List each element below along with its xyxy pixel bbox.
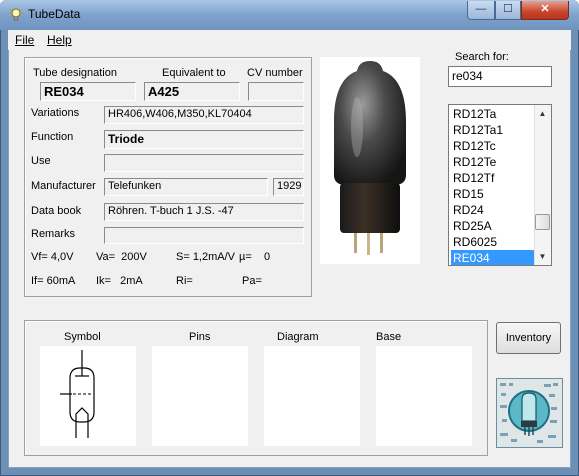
use-label: Use (31, 155, 51, 167)
list-item[interactable]: RD25A (451, 218, 537, 234)
list-item[interactable]: RD24 (451, 202, 537, 218)
if-value: If= 60mA (31, 275, 76, 287)
symbol-label: Symbol (64, 331, 101, 343)
manufacturer-label: Manufacturer (31, 180, 96, 192)
list-item[interactable]: RD12Tc (451, 138, 537, 154)
menu-file-label: File (15, 33, 35, 47)
ri-value: Ri= (176, 275, 193, 287)
menu-help[interactable]: Help (47, 33, 72, 47)
search-input[interactable]: re034 (448, 66, 552, 87)
function-label: Function (31, 131, 74, 143)
s-value: S= 1,2mA/V (176, 251, 236, 263)
tube-photo (320, 57, 420, 264)
remarks-label: Remarks (31, 228, 76, 240)
scroll-up-icon[interactable]: ▲ (535, 106, 550, 121)
menu-help-label: Help (47, 33, 72, 47)
diagram-box (264, 346, 360, 446)
maximize-button[interactable]: ☐ (495, 1, 521, 20)
pins-box (152, 346, 248, 446)
list-item[interactable]: RD12Te (451, 154, 537, 170)
menu-bar (8, 30, 571, 50)
ik-value: Ik= 2mA (96, 275, 143, 287)
function-field[interactable]: Triode (104, 130, 304, 149)
lightbulb-icon (8, 7, 24, 23)
list-item[interactable]: RD6025 (451, 234, 537, 250)
va-value: Va= 200V (96, 251, 147, 263)
base-box (376, 346, 472, 446)
cv-number-label: CV number (247, 67, 303, 79)
databook-label: Data book (31, 205, 82, 217)
list-scrollbar[interactable] (534, 105, 551, 265)
list-item[interactable]: RD12Tf (451, 170, 537, 186)
tube-designation-label: Tube designation (33, 67, 117, 79)
scroll-down-icon[interactable]: ▼ (535, 249, 550, 264)
diagram-label: Diagram (277, 331, 319, 343)
variations-label: Variations (31, 107, 80, 119)
window-title: TubeData (28, 7, 81, 21)
mu-value: µ= 0 (239, 251, 271, 263)
cv-number-field[interactable] (248, 82, 304, 101)
pa-value: Pa= (242, 275, 262, 287)
tube-designation-field[interactable]: RE034 (40, 82, 136, 101)
list-item-selected[interactable]: RE034 (451, 250, 537, 265)
databook-field[interactable]: Röhren. T-buch 1 J.S. -47 (104, 203, 304, 221)
list-item[interactable]: RD12Ta (451, 106, 537, 122)
scroll-thumb[interactable] (535, 214, 550, 230)
base-label: Base (376, 331, 402, 343)
equivalent-label: Equivalent to (162, 67, 226, 79)
list-item[interactable]: RD15 (451, 186, 537, 202)
manufacturer-field[interactable]: Telefunken (104, 178, 268, 196)
equivalent-field[interactable]: A425 (144, 82, 240, 101)
search-label: Search for: (455, 51, 509, 63)
menu-file[interactable]: File (15, 33, 34, 47)
year-field[interactable]: 1929 (273, 178, 304, 196)
vf-value: Vf= 4,0V (31, 251, 74, 263)
list-item[interactable]: RD12Ta1 (451, 122, 537, 138)
variations-field[interactable]: HR406,W406,M350,KL70404 (104, 106, 304, 124)
symbol-box (40, 346, 136, 446)
pins-label: Pins (189, 331, 211, 343)
remarks-field[interactable] (104, 227, 304, 244)
use-field[interactable] (104, 154, 304, 172)
minimize-button[interactable]: — (467, 1, 495, 20)
inventory-button[interactable]: Inventory (496, 322, 561, 354)
close-button[interactable]: ✕ (521, 1, 569, 20)
tube-logo-icon (496, 378, 563, 448)
